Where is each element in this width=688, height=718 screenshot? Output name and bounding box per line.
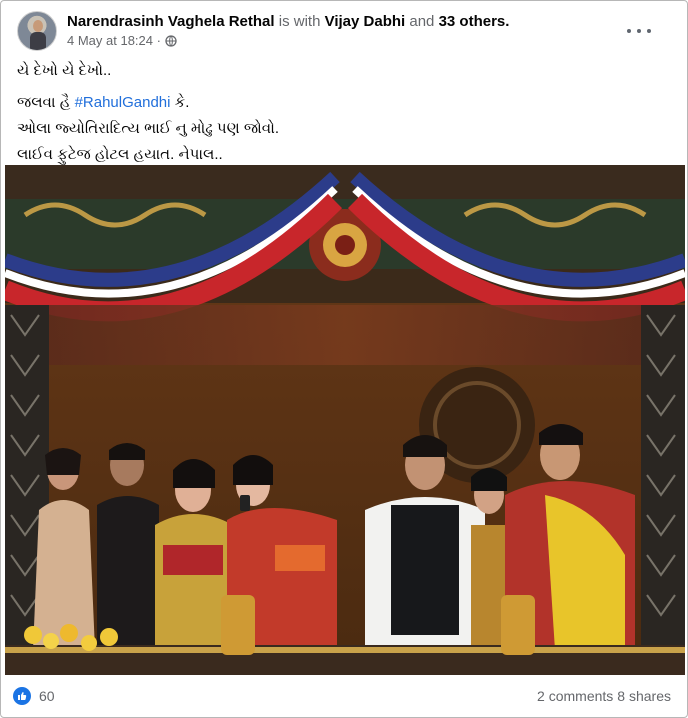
text-line-3: ઓલા જ્યોતિરાદિત્ય ભાઈ નુ મોઢુ પણ જોવો.: [17, 120, 280, 137]
dot-icon: [627, 29, 631, 33]
post-text: યે દેખો યે દેખો.. જલવા હૈ #RahulGandhi ક…: [17, 59, 671, 169]
photo-image: [5, 165, 685, 675]
avatar-head: [33, 20, 43, 32]
post-card: Narendrasinh Vaghela Rethal is with Vija…: [0, 0, 688, 718]
text-line-2: જલવા હૈ #RahulGandhi કે.: [17, 91, 671, 115]
engagement-counts: 2 comments 8 shares: [537, 688, 671, 704]
post-meta: 4 May at 18:24 ·: [67, 33, 177, 48]
tagged-others[interactable]: 33 others.: [439, 13, 510, 30]
hashtag-link[interactable]: #RahulGandhi: [75, 94, 171, 111]
post-timestamp[interactable]: 4 May at 18:24 ·: [67, 33, 161, 48]
reaction-count[interactable]: 60: [39, 688, 55, 704]
dot-icon: [637, 29, 641, 33]
globe-icon[interactable]: [165, 34, 177, 47]
with-text: is with: [278, 13, 321, 30]
and-text: and: [409, 13, 435, 30]
more-options-icon[interactable]: [627, 23, 651, 39]
thumbs-up-icon: [18, 692, 27, 700]
avatar[interactable]: [17, 11, 57, 51]
shares-count[interactable]: 8 shares: [617, 688, 671, 704]
dot-icon: [647, 29, 651, 33]
post-footer: 60 2 comments 8 shares: [13, 683, 671, 709]
avatar-body: [30, 32, 46, 50]
text-line-1: યે દેખો યે દેખો..: [17, 62, 112, 79]
author-line: Narendrasinh Vaghela Rethal is with Vija…: [67, 12, 509, 32]
tagged-name[interactable]: Vijay Dabhi: [325, 13, 406, 30]
author-name[interactable]: Narendrasinh Vaghela Rethal: [67, 13, 275, 30]
post-header: Narendrasinh Vaghela Rethal is with Vija…: [17, 11, 671, 55]
comments-count[interactable]: 2 comments: [537, 688, 613, 704]
post-photo[interactable]: [5, 165, 685, 675]
text-line-2-suffix: કે.: [170, 94, 190, 111]
text-line-4: લાઈવ ફુટેજ હોટલ હયાત. નેપાલ..: [17, 146, 223, 163]
text-line-2-prefix: જલવા હૈ: [17, 94, 75, 111]
like-icon[interactable]: [13, 687, 31, 705]
